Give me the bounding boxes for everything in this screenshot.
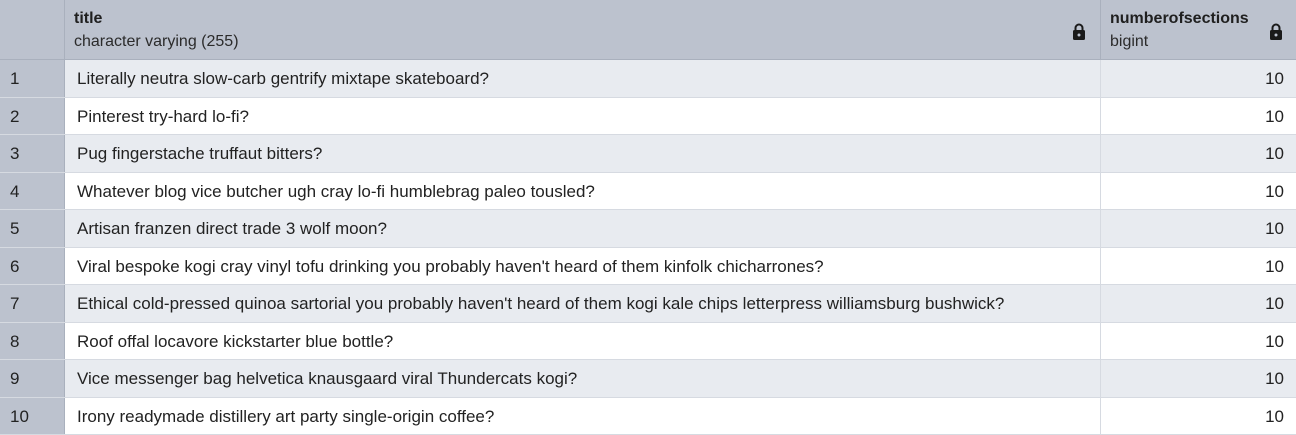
result-grid: title character varying (255) numberofse… xyxy=(0,0,1296,429)
cell-title[interactable]: Vice messenger bag helvetica knausgaard … xyxy=(65,360,1101,397)
grid-header: title character varying (255) numberofse… xyxy=(0,0,1296,60)
table-row[interactable]: 5 Artisan franzen direct trade 3 wolf mo… xyxy=(0,210,1296,248)
row-number[interactable]: 1 xyxy=(0,60,65,97)
table-row[interactable]: 10 Irony readymade distillery art party … xyxy=(0,398,1296,435)
grid-body: 1 Literally neutra slow-carb gentrify mi… xyxy=(0,60,1296,435)
lock-icon xyxy=(1269,23,1283,40)
cell-title[interactable]: Literally neutra slow-carb gentrify mixt… xyxy=(65,60,1101,97)
cell-title[interactable]: Viral bespoke kogi cray vinyl tofu drink… xyxy=(65,248,1101,285)
cell-title[interactable]: Pinterest try-hard lo-fi? xyxy=(65,98,1101,135)
row-number[interactable]: 8 xyxy=(0,323,65,360)
table-row[interactable]: 3 Pug fingerstache truffaut bitters? 10 xyxy=(0,135,1296,173)
cell-numberofsections[interactable]: 10 xyxy=(1101,135,1296,172)
column-type: bigint xyxy=(1110,33,1148,51)
row-number-header[interactable] xyxy=(0,0,65,60)
table-row[interactable]: 6 Viral bespoke kogi cray vinyl tofu dri… xyxy=(0,248,1296,286)
cell-numberofsections[interactable]: 10 xyxy=(1101,323,1296,360)
row-number[interactable]: 3 xyxy=(0,135,65,172)
column-header-title[interactable]: title character varying (255) xyxy=(65,0,1101,60)
table-row[interactable]: 8 Roof offal locavore kickstarter blue b… xyxy=(0,323,1296,361)
column-name: numberofsections xyxy=(1110,10,1249,28)
table-row[interactable]: 4 Whatever blog vice butcher ugh cray lo… xyxy=(0,173,1296,211)
table-row[interactable]: 7 Ethical cold-pressed quinoa sartorial … xyxy=(0,285,1296,323)
column-type: character varying (255) xyxy=(74,33,239,51)
table-row[interactable]: 2 Pinterest try-hard lo-fi? 10 xyxy=(0,98,1296,136)
row-number[interactable]: 9 xyxy=(0,360,65,397)
column-name: title xyxy=(74,10,102,28)
cell-numberofsections[interactable]: 10 xyxy=(1101,60,1296,97)
cell-numberofsections[interactable]: 10 xyxy=(1101,173,1296,210)
row-number[interactable]: 2 xyxy=(0,98,65,135)
cell-title[interactable]: Artisan franzen direct trade 3 wolf moon… xyxy=(65,210,1101,247)
cell-numberofsections[interactable]: 10 xyxy=(1101,248,1296,285)
lock-icon xyxy=(1072,23,1086,40)
cell-numberofsections[interactable]: 10 xyxy=(1101,285,1296,322)
cell-numberofsections[interactable]: 10 xyxy=(1101,210,1296,247)
cell-title[interactable]: Ethical cold-pressed quinoa sartorial yo… xyxy=(65,285,1101,322)
cell-title[interactable]: Pug fingerstache truffaut bitters? xyxy=(65,135,1101,172)
row-number[interactable]: 5 xyxy=(0,210,65,247)
cell-title[interactable]: Whatever blog vice butcher ugh cray lo-f… xyxy=(65,173,1101,210)
cell-title[interactable]: Roof offal locavore kickstarter blue bot… xyxy=(65,323,1101,360)
table-row[interactable]: 9 Vice messenger bag helvetica knausgaar… xyxy=(0,360,1296,398)
column-header-numberofsections[interactable]: numberofsections bigint xyxy=(1101,0,1296,60)
row-number[interactable]: 4 xyxy=(0,173,65,210)
table-row[interactable]: 1 Literally neutra slow-carb gentrify mi… xyxy=(0,60,1296,98)
cell-numberofsections[interactable]: 10 xyxy=(1101,360,1296,397)
cell-numberofsections[interactable]: 10 xyxy=(1101,98,1296,135)
row-number[interactable]: 6 xyxy=(0,248,65,285)
row-number[interactable]: 7 xyxy=(0,285,65,322)
